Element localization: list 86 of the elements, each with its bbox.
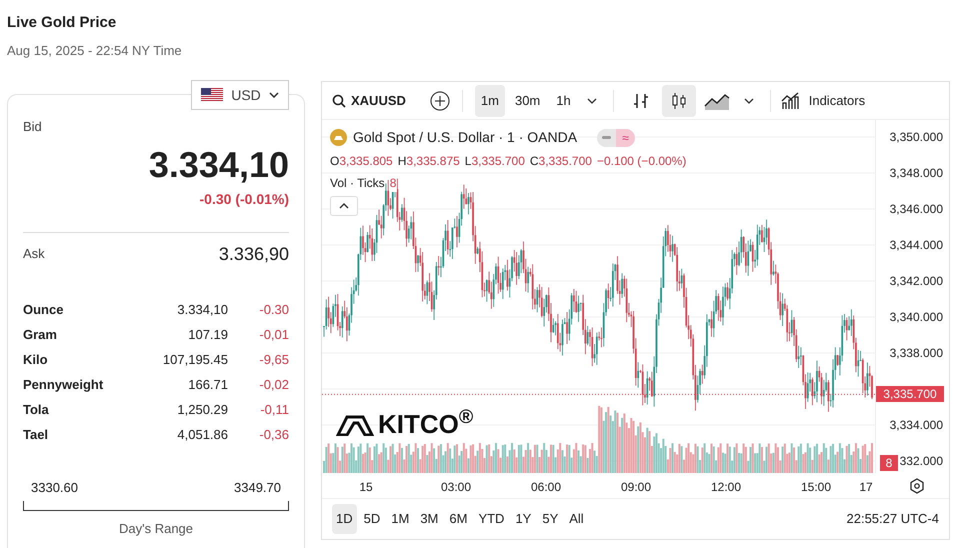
range-tab[interactable]: 5D xyxy=(360,504,384,534)
candles-icon xyxy=(670,92,688,110)
unit-price: 3.334,10 xyxy=(176,301,228,320)
kitco-watermark: KITCO$^{®}$ xyxy=(336,405,474,444)
price-axis-label: 3,348.000 xyxy=(890,166,943,180)
range-tab[interactable]: 1Y xyxy=(511,504,536,534)
range-tab[interactable]: 1D xyxy=(332,504,357,534)
last-volume-label: 8 xyxy=(880,455,898,471)
unit-change: -0,02 xyxy=(258,376,289,394)
currency-dropdown[interactable]: USD xyxy=(191,80,289,110)
ohlc-value: C3,335.700 xyxy=(530,153,592,170)
page-title: Live Gold Price xyxy=(7,13,118,33)
time-axis-label: 09:00 xyxy=(620,479,652,496)
unit-name: Pennyweight xyxy=(23,376,104,394)
coin-icon xyxy=(330,129,347,146)
indicators-button[interactable]: Indicators xyxy=(780,90,866,110)
chart-clock: 22:55:27 UTC-4 xyxy=(846,510,939,528)
time-axis-label: 12:00 xyxy=(710,479,742,496)
ohlc-value: H3,335.875 xyxy=(398,153,460,170)
unit-change: -9,65 xyxy=(258,351,289,370)
bid-price: 3.334,10 xyxy=(148,142,289,186)
time-axis-label: 17 xyxy=(859,479,873,496)
settings-icon[interactable] xyxy=(909,478,925,494)
collapse-button[interactable] xyxy=(330,196,358,216)
unit-price: 107.19 xyxy=(187,326,228,344)
price-change: −0.100 (−0.00%) xyxy=(596,153,686,170)
time-axis-label: 15:00 xyxy=(800,479,832,496)
unit-name: Gram xyxy=(23,326,58,344)
unit-price: 1,250.29 xyxy=(176,401,228,420)
range-label: Day's Range xyxy=(118,520,194,538)
unit-price: 107,195.45 xyxy=(162,351,228,370)
search-icon xyxy=(332,94,346,108)
flag-icon xyxy=(201,88,224,102)
interval-tab[interactable]: 1h xyxy=(550,84,577,116)
unit-change: -0.30 xyxy=(258,301,289,320)
time-axis-label: 06:00 xyxy=(530,479,562,496)
bid-change: -0.30 (-0.01%) xyxy=(200,190,289,209)
ohlc-value: L3,335.700 xyxy=(464,153,525,170)
volume-label: Vol · Ticks xyxy=(330,175,385,192)
range-tab[interactable]: 6M xyxy=(445,504,472,534)
chart-type-button[interactable] xyxy=(662,84,696,116)
chart-title: Gold Spot / U.S. Dollar · 1 · OANDA xyxy=(353,128,578,147)
unit-name: Tola xyxy=(23,401,50,420)
unit-change: -0,11 xyxy=(259,401,289,420)
time-axis-label: 15 xyxy=(359,479,373,496)
range-tab[interactable]: YTD xyxy=(474,504,508,534)
unit-name: Tael xyxy=(23,426,50,444)
ask-price: 3.336,90 xyxy=(218,242,289,266)
price-axis-label: 3,342.000 xyxy=(890,274,943,288)
interval-tab[interactable]: 30m xyxy=(508,84,546,116)
kitco-logo-icon xyxy=(336,414,374,436)
range-tab[interactable]: 3M xyxy=(416,504,442,534)
price-axis-label: 3,338.000 xyxy=(890,346,943,360)
price-axis-label: 3,334.000 xyxy=(890,418,943,432)
ohlc-value: O3,335.805 xyxy=(330,153,393,170)
price-axis-label: 3,346.000 xyxy=(890,202,943,216)
timestamp: Aug 15, 2025 - 22:54 NY Time xyxy=(7,42,183,60)
unit-price: 166.71 xyxy=(187,376,228,394)
unit-name: Ounce xyxy=(23,301,64,320)
symbol-search[interactable]: XAUUSD xyxy=(332,90,406,110)
time-axis-label: 03:00 xyxy=(440,479,472,496)
chevron-icon[interactable] xyxy=(586,98,597,104)
range-tab[interactable]: 1M xyxy=(387,504,414,534)
bid-label: Bid xyxy=(23,118,43,136)
unit-change: -0,36 xyxy=(258,426,289,444)
unit-price: 4,051.86 xyxy=(176,426,228,444)
indicators-icon xyxy=(780,92,801,110)
range-high: 3349.70 xyxy=(234,478,281,496)
chevron-icon xyxy=(268,92,279,98)
chevron-icon[interactable] xyxy=(744,98,754,104)
price-axis-label: 332.000 xyxy=(900,454,943,468)
range-tab[interactable]: 5Y xyxy=(538,504,562,534)
price-axis-label: 3,350.000 xyxy=(890,130,943,144)
price-axis-label: 3,344.000 xyxy=(890,238,943,252)
interval-tab[interactable]: 1m xyxy=(474,84,505,116)
price-axis-label: 3,340.000 xyxy=(890,310,943,324)
range-tab[interactable]: All xyxy=(565,504,588,534)
add-icon[interactable] xyxy=(430,90,450,110)
ask-label: Ask xyxy=(23,245,45,264)
last-price-label: 3,335.700 xyxy=(876,386,944,402)
area-icon xyxy=(704,92,730,110)
unit-name: Kilo xyxy=(23,351,49,370)
chevron-icon xyxy=(339,203,349,209)
range-low: 3330.60 xyxy=(31,478,78,496)
bars-icon xyxy=(632,92,650,110)
unit-change: -0,01 xyxy=(258,326,289,344)
